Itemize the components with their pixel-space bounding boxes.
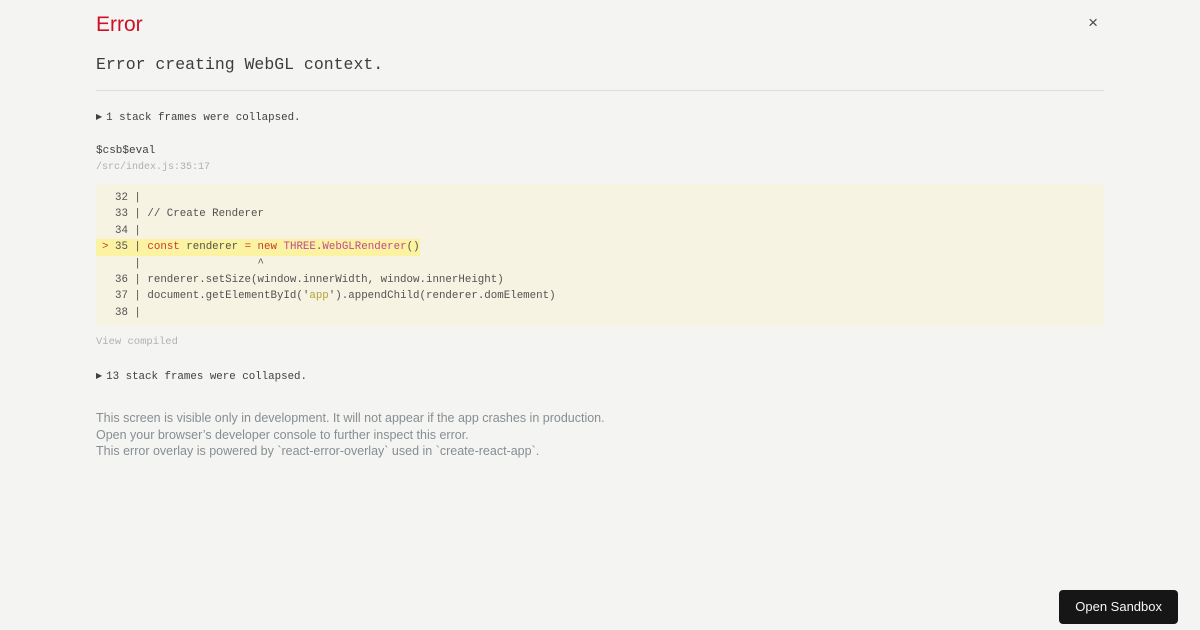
error-overlay: Error × Error creating WebGL context. ▶ 1… [96, 12, 1104, 460]
error-message: Error creating WebGL context. [96, 55, 384, 74]
open-sandbox-button[interactable]: Open Sandbox [1059, 590, 1178, 624]
code-line: 38 | [102, 306, 148, 319]
expand-arrow-icon: ▶ [96, 113, 103, 122]
code-line: > 35 | const renderer = new THREE.WebGLR… [96, 239, 1094, 256]
stack-frame-function: $csb$eval [96, 145, 156, 157]
highlighted-code-line: > 35 | const renderer = new THREE.WebGLR… [96, 239, 420, 256]
code-line: 32 | [102, 192, 148, 204]
expand-arrow-icon: ▶ [96, 372, 103, 382]
error-title: Error [96, 13, 143, 36]
collapsed-frames-bottom[interactable]: ▶ 13 stack frames were collapsed. [96, 369, 1104, 385]
footer-notes: This screen is visible only in developme… [96, 410, 1104, 460]
footer-line: This error overlay is powered by `react-… [96, 444, 540, 459]
code-line: 37 | document.getElementById('app').appe… [102, 290, 556, 303]
code-block: 32 | 33 | // Create Renderer 34 | > 35 |… [96, 184, 1104, 328]
code-line: 33 | // Create Renderer [102, 208, 264, 221]
code-line: 36 | renderer.setSize(window.innerWidth,… [102, 274, 504, 287]
footer-line: This screen is visible only in developme… [96, 411, 605, 426]
footer-line: Open your browser’s developer console to… [96, 427, 469, 442]
collapsed-frames-top[interactable]: ▶ 1 stack frames were collapsed. [96, 110, 1104, 126]
code-line: | ^ [102, 257, 264, 270]
close-icon[interactable]: × [1088, 14, 1098, 31]
divider [96, 90, 1104, 91]
collapsed-frames-top-label: 1 stack frames were collapsed. [106, 112, 301, 124]
code-line: 34 | [102, 224, 148, 237]
view-compiled-link[interactable]: View compiled [96, 336, 1104, 349]
overlay-header: Error × [96, 12, 1104, 38]
stack-frame-location: /src/index.js:35:17 [96, 162, 211, 173]
collapsed-frames-bottom-label: 13 stack frames were collapsed. [106, 371, 308, 384]
